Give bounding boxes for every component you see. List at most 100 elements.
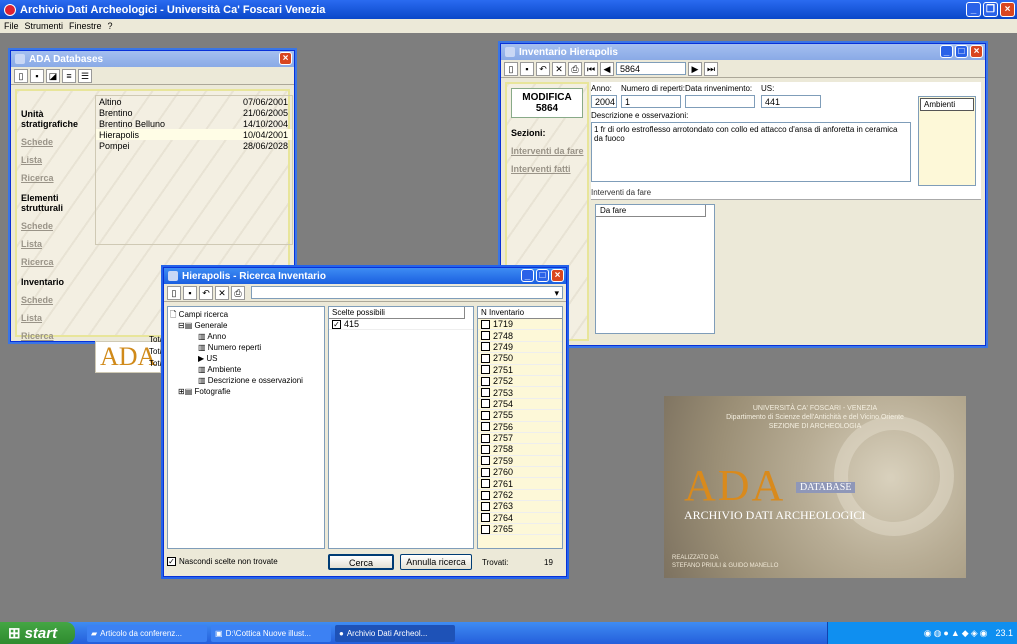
nascondi-option[interactable]: ✓ Nascondi scelte non trovate [167,557,278,566]
checkbox-icon[interactable] [481,410,490,420]
inventario-row[interactable]: 2751 [478,365,562,376]
prev-record-icon[interactable]: ◀ [600,61,614,76]
es-lista-link[interactable]: Lista [21,239,91,249]
inventario-row[interactable]: 2760 [478,467,562,479]
reperti-field[interactable]: 1 [621,95,681,108]
checkbox-icon[interactable] [481,444,490,454]
checkbox-icon[interactable] [481,365,490,375]
cerca-button[interactable]: Cerca [328,554,394,570]
first-record-icon[interactable]: ⏮ [584,61,598,76]
ambienti-list[interactable]: Ambienti [918,96,976,186]
menu-help[interactable]: ? [108,21,113,31]
tree-group-fotografie[interactable]: ⊞▤ Fotografie [170,386,322,397]
restore-button[interactable]: ❐ [983,2,998,17]
checkbox-icon[interactable] [481,342,490,352]
tree-field[interactable]: ▥ Numero reperti [170,342,322,353]
inventario-row[interactable]: 2756 [478,422,562,433]
print-icon[interactable]: ⎙ [568,61,582,76]
inventario-row[interactable]: 2753 [478,387,562,399]
checkbox-icon[interactable] [481,433,490,443]
us-ricerca-link[interactable]: Ricerca [21,173,91,183]
checkbox-icon[interactable] [481,490,490,500]
tree-icon[interactable]: ≡ [62,68,76,83]
ric-min-button[interactable]: _ [521,269,534,282]
inventario-list[interactable]: N Inventario 1719 2748 2749 2750 2751 2752 275… [477,306,563,549]
menu-strumenti[interactable]: Strumenti [25,21,64,31]
inventario-row[interactable]: 2762 [478,490,562,502]
checkbox-icon[interactable] [481,456,490,466]
inventario-row[interactable]: 2758 [478,444,562,456]
new-icon[interactable]: ▯ [14,68,28,83]
delete-icon[interactable]: ✕ [215,285,229,300]
inventario-row[interactable]: 2764 [478,513,562,525]
es-ricerca-link[interactable]: Ricerca [21,257,91,267]
campi-tree[interactable]: 🗋 Campi ricerca ⊟▤ Generale ▥ Anno ▥ Num… [167,306,325,549]
ada-close-button[interactable]: × [279,52,292,65]
inv-close-button[interactable]: × [970,45,983,58]
ric-close-button[interactable]: × [551,269,564,282]
es-schede-link[interactable]: Schede [21,221,91,231]
inventario-row[interactable]: 2763 [478,501,562,513]
checkbox-icon[interactable] [481,479,490,489]
checkbox-checked-icon[interactable]: ✓ [332,319,341,329]
inventario-row[interactable]: 2761 [478,478,562,490]
tree-group-generale[interactable]: ⊟▤ Generale [170,320,322,331]
inv-ricerca-link[interactable]: Ricerca [21,331,91,341]
checkbox-icon[interactable] [481,501,490,511]
inventario-row[interactable]: 2757 [478,433,562,445]
last-record-icon[interactable]: ⏭ [704,61,718,76]
start-button[interactable]: ⊞ start [0,622,75,644]
close-button[interactable]: × [1000,2,1015,17]
inventario-row[interactable]: 2754 [478,399,562,411]
checkbox-icon[interactable] [481,388,490,398]
undo-icon[interactable]: ↶ [199,285,213,300]
task-articolo[interactable]: ▰ Articolo da conferenz... [87,624,207,642]
interventi-fatti-link[interactable]: Interventi fatti [511,164,587,174]
checkbox-icon[interactable] [481,331,490,341]
us-lista-link[interactable]: Lista [21,155,91,165]
undo-icon[interactable]: ↶ [536,61,550,76]
inventario-row[interactable]: 2749 [478,342,562,354]
task-cottica[interactable]: ▣ D:\Cottica Nuove illust... [211,624,331,642]
checkbox-icon[interactable] [481,422,490,432]
inv-schede-link[interactable]: Schede [21,295,91,305]
checkbox-icon[interactable] [481,319,490,329]
inventario-row[interactable]: 2765 [478,524,562,536]
annulla-ricerca-button[interactable]: Annulla ricerca [400,554,472,570]
save-icon[interactable]: ▪ [183,285,197,300]
anno-field[interactable]: 2004 [591,95,617,108]
database-list[interactable]: Altino 07/06/2001 Brentino 21/06/2005 Bren… [95,95,293,245]
checkbox-icon[interactable] [481,376,490,386]
desc-field[interactable]: 1 fr di orlo estroflesso arrotondato con… [591,122,911,182]
checkbox-checked-icon[interactable]: ✓ [167,557,176,566]
new-icon[interactable]: ▯ [504,61,518,76]
delete-icon[interactable]: ✕ [552,61,566,76]
print-icon[interactable]: ⎙ [231,285,245,300]
tree-field[interactable]: ▥ Anno [170,331,322,342]
query-combo[interactable]: ▾ [251,286,563,299]
inventario-row[interactable]: 2752 [478,376,562,388]
tree-field[interactable]: ▥ Descrizione e osservazioni [170,375,322,386]
database-row[interactable]: Brentino Belluno 14/10/2004 [96,118,292,129]
checkbox-icon[interactable] [481,399,490,409]
tree-field-selected[interactable]: ▶ US [170,353,322,364]
save-icon[interactable]: ▪ [30,68,44,83]
checkbox-icon[interactable] [481,513,490,523]
inv-min-button[interactable]: _ [940,45,953,58]
inventario-row[interactable]: 2750 [478,353,562,365]
checkbox-icon[interactable] [481,524,490,534]
open-icon[interactable]: ◪ [46,68,60,83]
record-selector[interactable]: 5864 [616,62,686,75]
tray-icons[interactable]: ◉◍●▲◆◈◉ [924,628,990,639]
inventario-row[interactable]: 2748 [478,330,562,342]
database-row[interactable]: Altino 07/06/2001 [96,96,292,107]
inventario-row[interactable]: 2755 [478,410,562,422]
checkbox-icon[interactable] [481,467,490,477]
interventi-da-fare-link[interactable]: Interventi da fare [511,146,587,156]
inv-max-button[interactable]: □ [955,45,968,58]
database-row[interactable]: Brentino 21/06/2005 [96,107,292,118]
scelte-list[interactable]: Scelte possibili ✓ 415 [328,306,474,549]
inventario-row[interactable]: 1719 [478,319,562,331]
data-field[interactable] [685,95,755,108]
inventario-row[interactable]: 2759 [478,456,562,468]
